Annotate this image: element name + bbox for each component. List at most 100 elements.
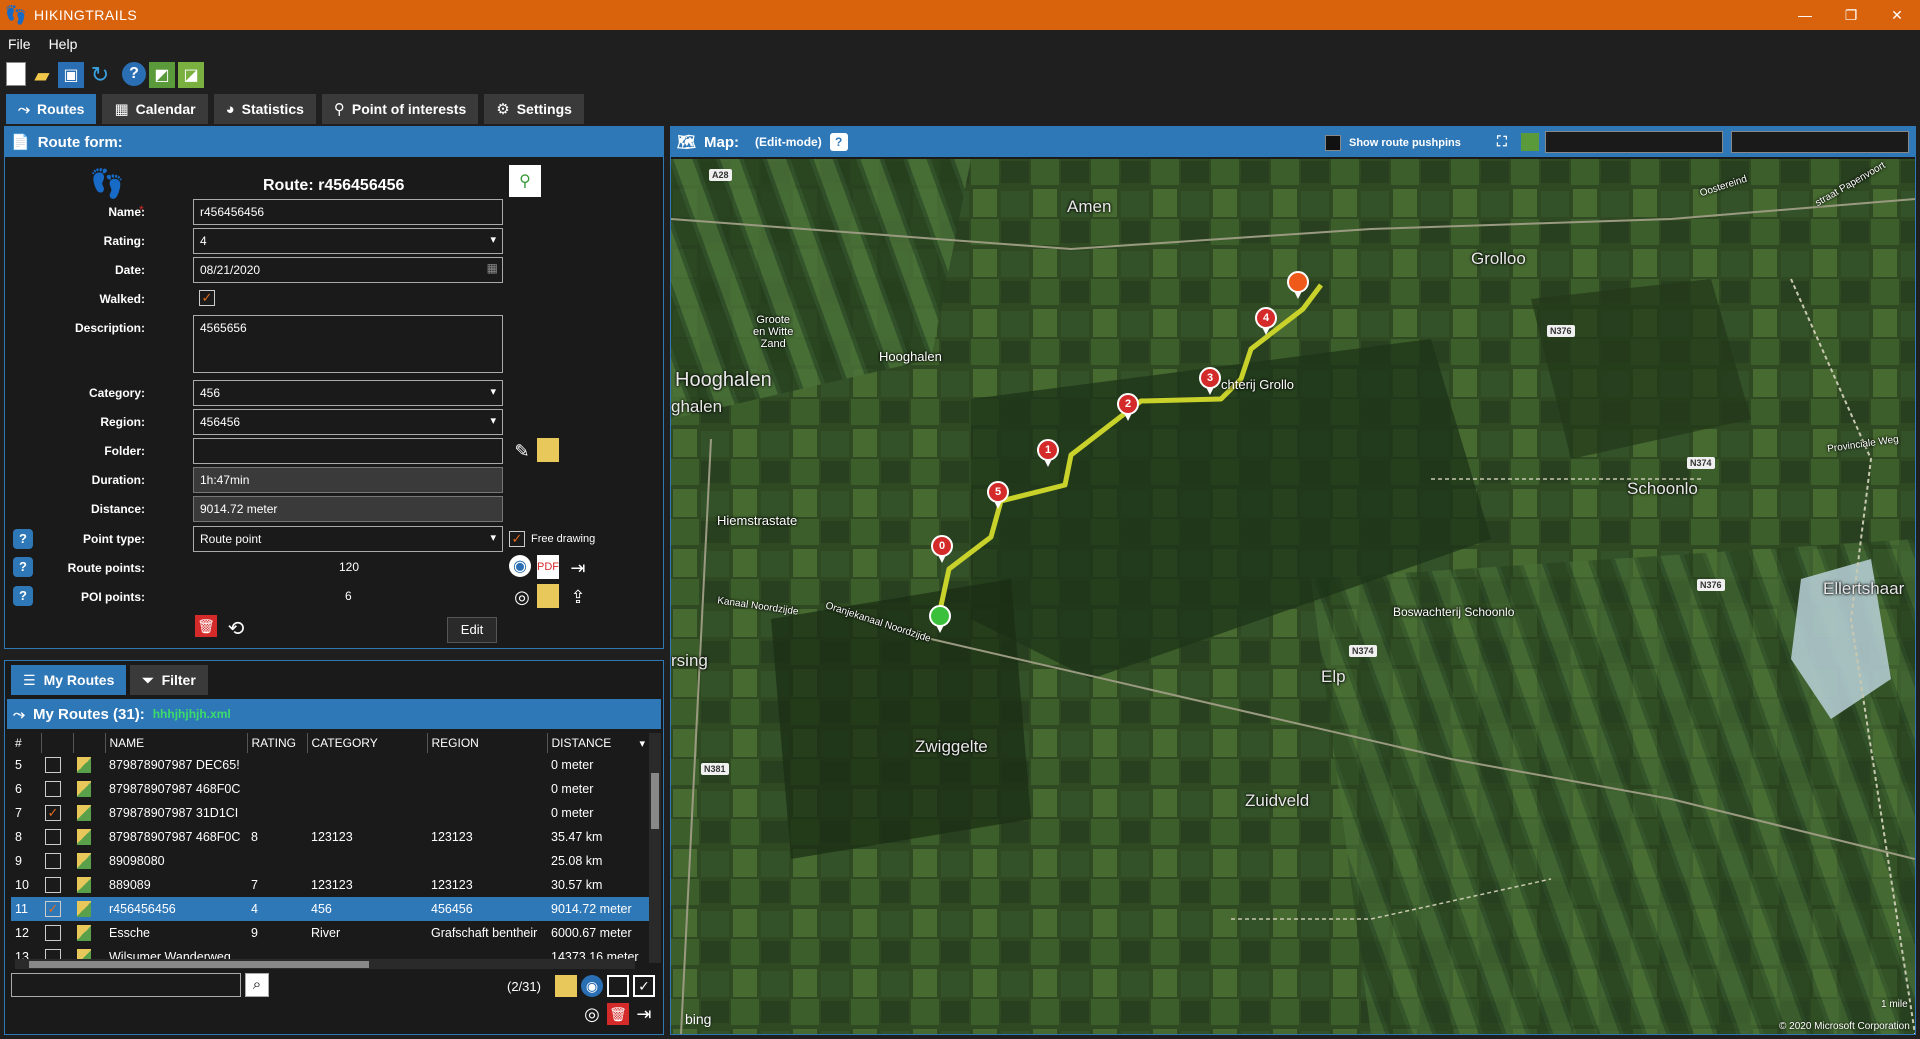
row-checkbox[interactable] bbox=[45, 757, 61, 773]
list-doc-icon[interactable] bbox=[555, 975, 577, 997]
tab-calendar[interactable]: ▦ Calendar bbox=[102, 94, 208, 124]
route-pin-5[interactable]: 5 bbox=[987, 481, 1009, 509]
delete-icon[interactable]: 🗑 bbox=[195, 615, 217, 637]
list-delete-icon[interactable]: 🗑 bbox=[607, 1003, 629, 1025]
select-all-icon[interactable]: ✓ bbox=[633, 975, 655, 997]
export-icon[interactable]: ⇥ bbox=[565, 555, 591, 581]
sync-icon[interactable]: ⟲ bbox=[223, 615, 249, 641]
row-checkbox[interactable]: ✓ bbox=[45, 901, 61, 917]
table-row[interactable]: 12 Essche 9 River Grafschaft bentheir 6000.67… bbox=[11, 921, 651, 945]
walked-checkbox[interactable]: ✓ bbox=[199, 290, 215, 306]
route-pin-4[interactable]: 4 bbox=[1255, 307, 1277, 335]
row-checkbox[interactable] bbox=[45, 877, 61, 893]
hscroll-thumb[interactable] bbox=[29, 961, 369, 968]
show-pushpins-checkbox[interactable] bbox=[1325, 135, 1341, 151]
route-form-panel: 📄 Route form: 👣 Route: r456456456 ⚲ Name… bbox=[4, 126, 664, 649]
close-button[interactable]: ✕ bbox=[1874, 0, 1920, 30]
edit-button[interactable]: Edit bbox=[447, 617, 497, 643]
route-pin-3[interactable]: 3 bbox=[1199, 367, 1221, 395]
menu-file[interactable]: File bbox=[8, 36, 31, 52]
show-pushpins-toggle[interactable]: Show route pushpins bbox=[1325, 135, 1461, 151]
row-checkbox[interactable] bbox=[45, 853, 61, 869]
search-input[interactable] bbox=[11, 973, 241, 997]
map-help-icon[interactable]: ? bbox=[829, 133, 848, 151]
calendar-icon[interactable]: ▦ bbox=[487, 261, 498, 275]
tab-statistics[interactable]: ◕ Statistics bbox=[213, 94, 316, 124]
list-eye-icon[interactable]: ◎ bbox=[581, 1003, 603, 1025]
route-end-pin[interactable] bbox=[1287, 271, 1309, 299]
table-row[interactable]: 7 ✓ 879878907987 31D1CI 0 meter bbox=[11, 801, 651, 825]
col-icon[interactable] bbox=[72, 733, 105, 753]
cell-icon bbox=[73, 873, 105, 897]
minimize-button[interactable]: — bbox=[1782, 0, 1828, 30]
vscroll-thumb[interactable] bbox=[651, 773, 659, 829]
select-none-icon[interactable] bbox=[607, 975, 629, 997]
poi-map-icon[interactable] bbox=[537, 584, 559, 608]
list-export-icon[interactable]: ⇥ bbox=[633, 1003, 655, 1025]
route-pin-0[interactable]: 0 bbox=[931, 535, 953, 563]
map-export-icon[interactable]: ◪ bbox=[178, 62, 204, 88]
vertical-scrollbar[interactable] bbox=[649, 733, 661, 963]
point-type-select[interactable]: Route point bbox=[193, 526, 503, 552]
map-layer-icon[interactable] bbox=[1521, 133, 1539, 151]
col-region[interactable]: REGION bbox=[426, 733, 547, 753]
import-icon[interactable]: ⇪ bbox=[565, 584, 591, 610]
row-checkbox[interactable] bbox=[45, 781, 61, 797]
table-row[interactable]: 10 889089 7 123123 123123 30.57 km bbox=[11, 873, 651, 897]
route-pin-1[interactable]: 1 bbox=[1037, 439, 1059, 467]
map-search-input-2[interactable] bbox=[1731, 131, 1909, 153]
map-search-input-1[interactable] bbox=[1545, 131, 1723, 153]
folder-map-icon[interactable] bbox=[537, 438, 559, 462]
tab-settings[interactable]: ⚙ Settings bbox=[484, 94, 584, 124]
col-category[interactable]: CATEGORY bbox=[306, 733, 427, 753]
date-picker[interactable]: 08/21/2020 ▦ bbox=[193, 257, 503, 283]
table-row[interactable]: 8 879878907987 468F0C 8 123123 123123 35.47 k… bbox=[11, 825, 651, 849]
eye-icon[interactable]: ◎ bbox=[509, 584, 535, 610]
pdf-icon[interactable]: PDF bbox=[537, 555, 559, 579]
category-select[interactable]: 456 bbox=[193, 380, 503, 406]
refresh-icon[interactable]: ↻ bbox=[87, 62, 113, 88]
table-row[interactable]: 9 89098080 25.08 km bbox=[11, 849, 651, 873]
region-select[interactable]: 456456 bbox=[193, 409, 503, 435]
route-start-pin[interactable] bbox=[929, 605, 951, 633]
col-num[interactable]: # bbox=[11, 733, 41, 753]
col-distance[interactable]: DISTANCE bbox=[546, 733, 651, 753]
cell-num: 6 bbox=[15, 782, 22, 796]
add-poi-icon[interactable]: ⚲ bbox=[509, 165, 541, 197]
new-file-icon[interactable] bbox=[6, 62, 26, 86]
table-row[interactable]: 11 ✓ r456456456 4 456 456456 9014.72 meter bbox=[11, 897, 651, 921]
row-checkbox[interactable] bbox=[45, 829, 61, 845]
fit-route-icon[interactable]: ⛶ bbox=[1497, 133, 1515, 151]
table-row[interactable]: 6 879878907987 468F0C 0 meter bbox=[11, 777, 651, 801]
row-checkbox[interactable] bbox=[45, 925, 61, 941]
restore-button[interactable]: ❐ bbox=[1828, 0, 1874, 30]
tab-point-of-interests[interactable]: ⚲ Point of interests bbox=[321, 94, 479, 124]
folder-input[interactable] bbox=[193, 438, 503, 464]
tab-routes[interactable]: ⤳ Routes bbox=[6, 94, 97, 124]
col-name[interactable]: NAME bbox=[104, 733, 247, 753]
row-checkbox[interactable]: ✓ bbox=[45, 805, 61, 821]
name-input[interactable]: r456456456 bbox=[193, 199, 503, 225]
free-drawing-checkbox[interactable]: ✓ bbox=[509, 531, 525, 547]
table-row[interactable]: 5 879878907987 DEC65! 0 meter bbox=[11, 753, 651, 777]
col-check[interactable] bbox=[40, 733, 73, 753]
save-icon[interactable]: ▣ bbox=[58, 62, 84, 88]
map-icon[interactable]: ◩ bbox=[149, 62, 175, 88]
tab-my-routes[interactable]: ☰ My Routes bbox=[11, 665, 127, 695]
globe-icon[interactable]: ◉ bbox=[509, 555, 531, 577]
rating-select[interactable]: 4 bbox=[193, 228, 503, 254]
tab-filter[interactable]: ⏷ Filter bbox=[130, 665, 208, 695]
description-textarea[interactable]: 4565656 bbox=[193, 315, 503, 373]
route-pin-2[interactable]: 2 bbox=[1117, 393, 1139, 421]
list-globe-icon[interactable]: ◉ bbox=[581, 975, 603, 997]
search-icon[interactable]: ⌕ bbox=[245, 973, 269, 997]
open-folder-icon[interactable]: ▰ bbox=[29, 62, 55, 88]
road-n376-north: N376 bbox=[1547, 325, 1575, 337]
satellite-map[interactable]: Hooghalen ghalen Amen Grolloo Hooghalen … bbox=[671, 159, 1915, 1034]
cell-check: ✓ bbox=[41, 897, 73, 921]
horizontal-scrollbar[interactable] bbox=[15, 959, 635, 969]
help-icon[interactable]: ? bbox=[122, 62, 146, 86]
menu-help[interactable]: Help bbox=[49, 36, 78, 52]
edit-folder-icon[interactable]: ✎ bbox=[509, 438, 535, 464]
col-rating[interactable]: RATING bbox=[246, 733, 307, 753]
